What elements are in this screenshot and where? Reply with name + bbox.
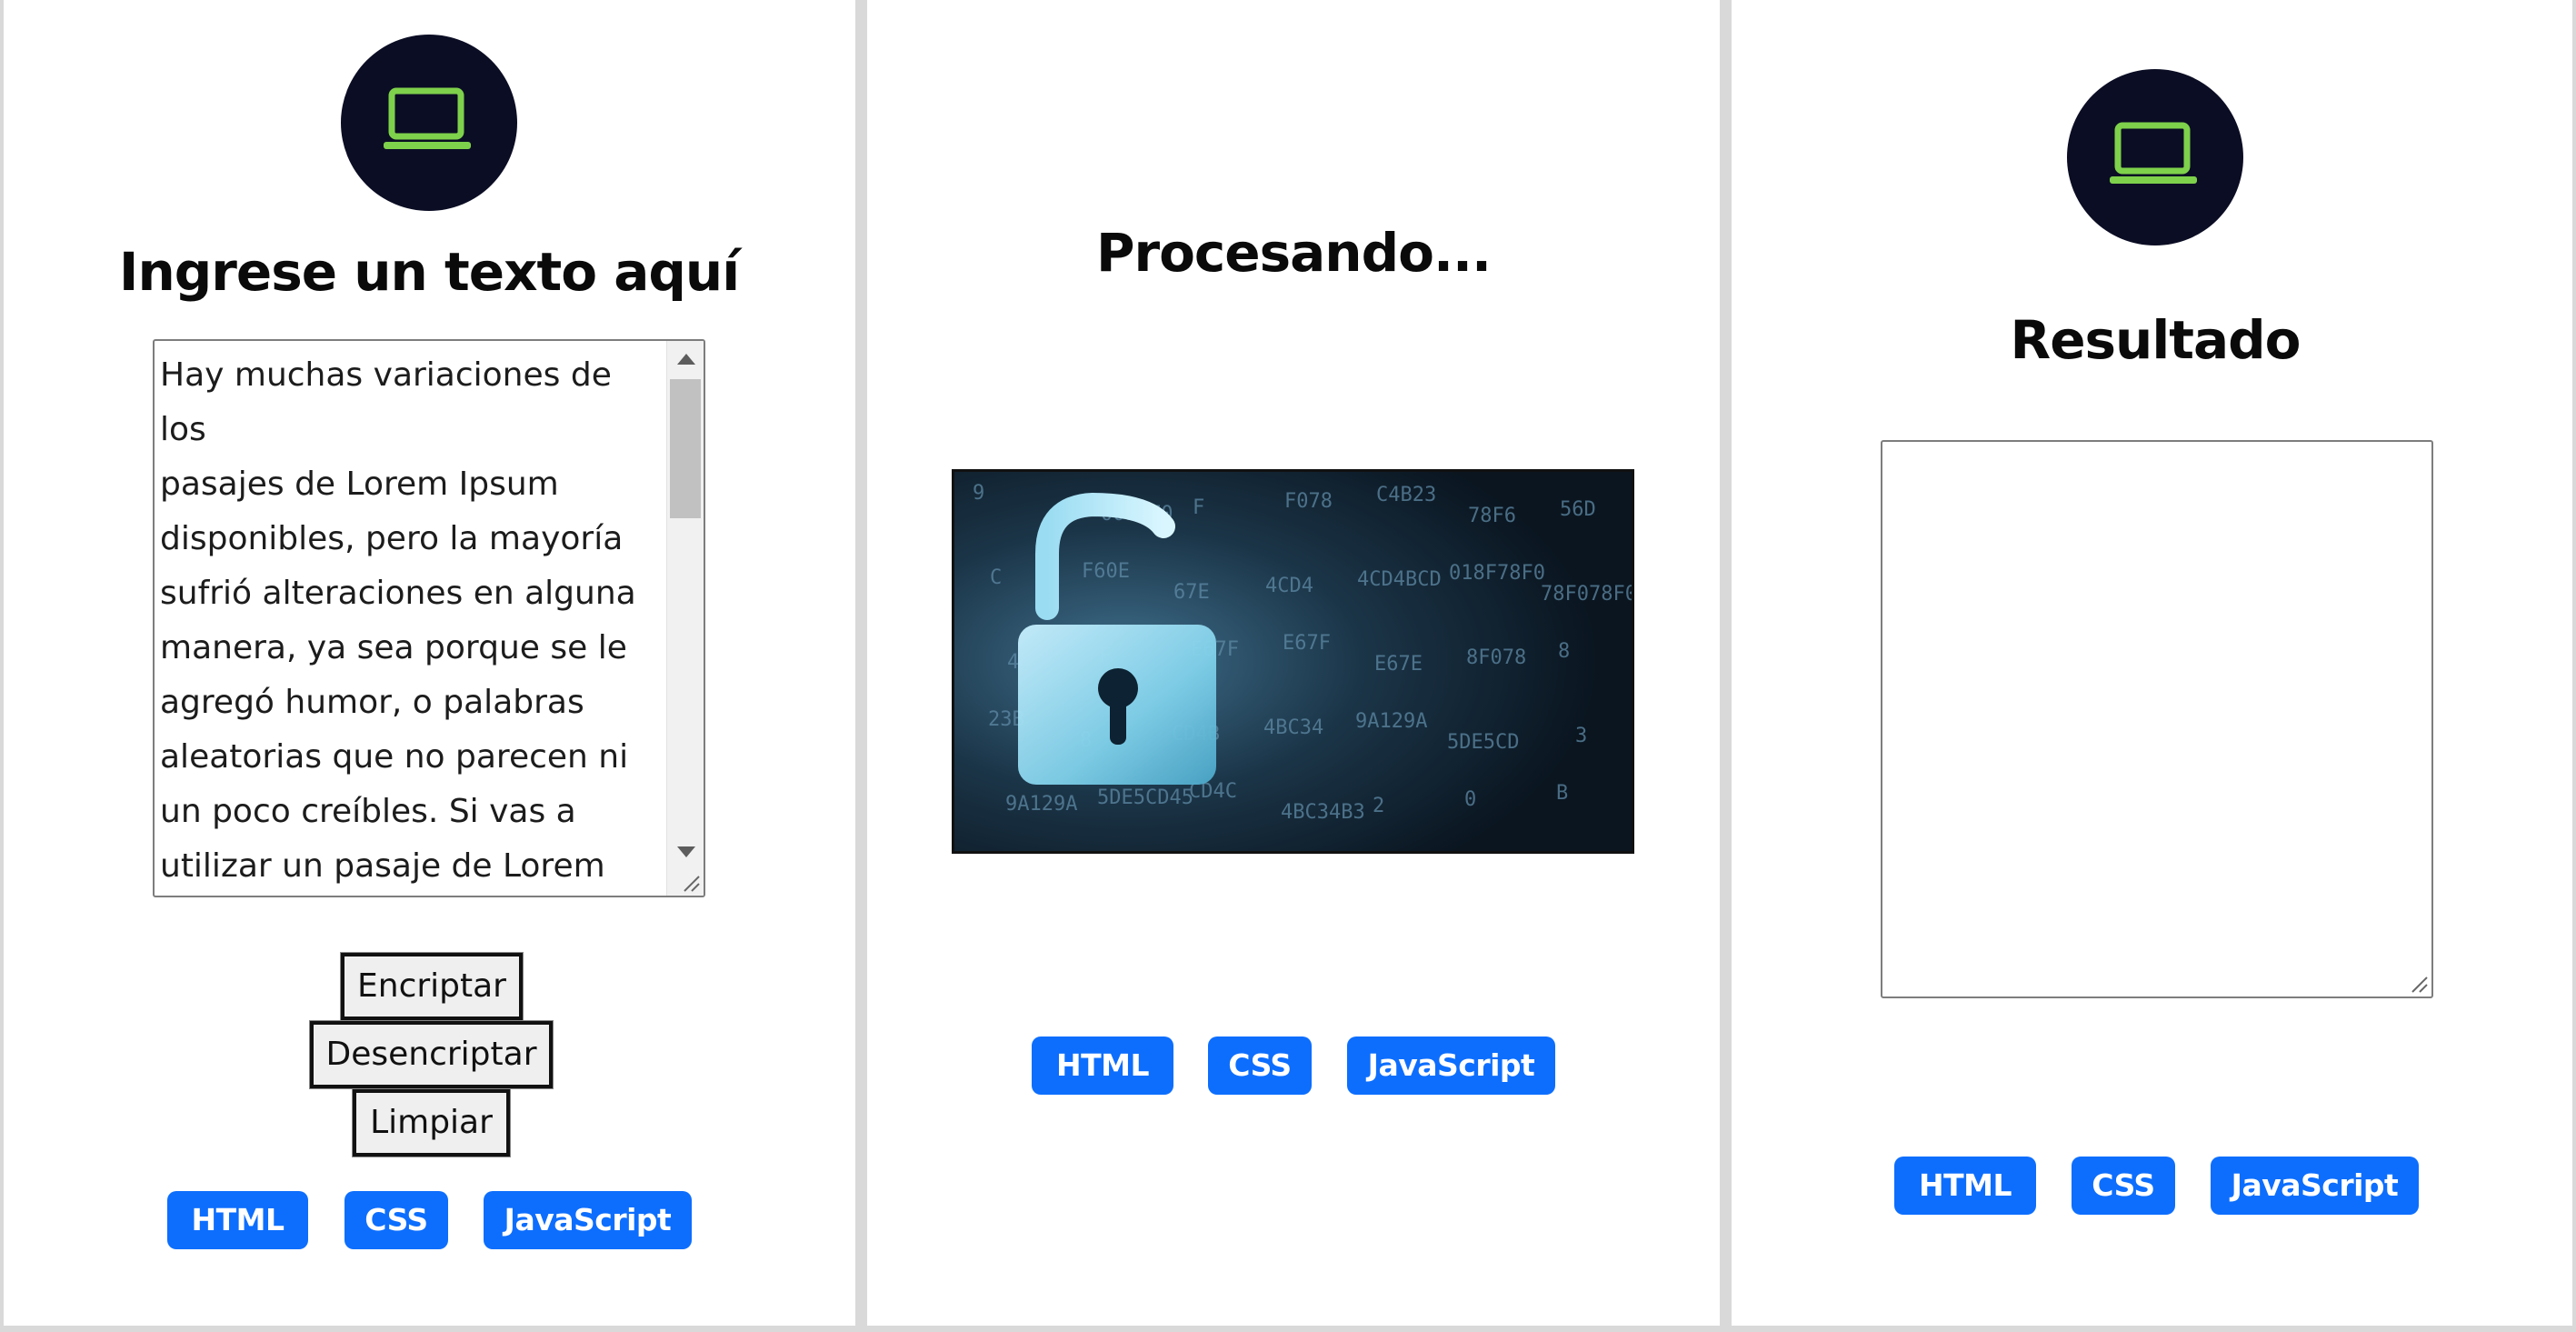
hex-glyph: 3	[1575, 725, 1587, 747]
tag-javascript: JavaScript	[484, 1191, 692, 1249]
hex-glyph: 4CD4	[1265, 575, 1313, 597]
result-textarea[interactable]	[1881, 440, 2433, 998]
hex-glyph: 018F78F0	[1449, 562, 1545, 585]
hex-glyph: 4BC34	[1263, 716, 1323, 739]
hex-glyph: 4BC34B3	[1281, 801, 1365, 824]
hex-glyph: C	[990, 566, 1002, 589]
scroll-thumb[interactable]	[670, 379, 701, 518]
laptop-icon-badge	[2067, 69, 2243, 245]
hex-glyph: 9A129A	[1005, 793, 1077, 816]
tag-javascript: JavaScript	[1347, 1037, 1555, 1095]
scroll-up-arrow-icon[interactable]	[677, 354, 695, 365]
laptop-icon-badge	[341, 35, 517, 211]
hex-glyph: 78F078F0	[1541, 583, 1632, 606]
hex-glyph: 5DE5CD45	[1097, 786, 1193, 809]
tag-css: CSS	[1208, 1037, 1312, 1095]
laptop-icon	[2110, 122, 2197, 184]
hex-glyph: F078	[1284, 490, 1333, 513]
input-textarea[interactable]: Hay muchas variaciones de los pasajes de…	[153, 339, 705, 897]
hex-glyph: 67E	[1173, 581, 1210, 604]
processing-title: Procesando...	[1095, 222, 1492, 284]
hex-glyph: 9A129A	[1355, 710, 1427, 733]
hex-glyph: 4CD4BCD	[1357, 568, 1442, 591]
tag-css: CSS	[2072, 1157, 2175, 1215]
laptop-icon	[384, 87, 471, 149]
encrypt-button[interactable]: Encriptar	[340, 952, 524, 1021]
hex-glyph: 5DE5CD	[1447, 731, 1519, 754]
hex-glyph: 0	[1464, 788, 1476, 811]
page: Ingrese un texto aquí Hay muchas variaci…	[0, 0, 2576, 1332]
unlocked-padlock-image: 9 0018F0 F F078 C4B23 78F6 56D C F60E 67E 4CD4 4CD4…	[952, 469, 1634, 854]
tag-javascript: JavaScript	[2211, 1157, 2419, 1215]
input-text: Hay muchas variaciones de los pasajes de…	[160, 356, 636, 885]
tech-tags: HTML CSS JavaScript	[1032, 1037, 1559, 1095]
hex-glyph: F	[1193, 496, 1204, 519]
hex-glyph: 78F6	[1468, 505, 1516, 527]
hex-glyph: E67F	[1283, 632, 1331, 655]
hex-glyph: B	[1556, 782, 1568, 805]
hex-glyph: 56D	[1560, 498, 1596, 521]
hex-glyph: 4	[1007, 651, 1019, 674]
decrypt-button[interactable]: Desencriptar	[309, 1020, 554, 1089]
tag-html: HTML	[167, 1191, 308, 1249]
processing-panel: Procesando... 9 0018F0 F F078 C4B23 78F6…	[867, 0, 1720, 1326]
result-panel: Resultado HTML CSS JavaScript	[1732, 0, 2572, 1326]
tech-tags: HTML CSS JavaScript	[167, 1191, 694, 1249]
page-title: Ingrese un texto aquí	[118, 241, 740, 303]
scrollbar[interactable]	[666, 341, 704, 896]
resize-grip-icon[interactable]	[2409, 974, 2429, 994]
tag-html: HTML	[1894, 1157, 2036, 1215]
resize-grip-icon[interactable]	[681, 873, 701, 893]
hex-glyph: 8F078	[1466, 646, 1526, 669]
tech-tags: HTML CSS JavaScript	[1894, 1157, 2421, 1215]
hex-glyph: 9	[973, 482, 984, 505]
input-panel: Ingrese un texto aquí Hay muchas variaci…	[4, 0, 855, 1326]
hex-glyph: C4B23	[1376, 484, 1436, 506]
result-title: Resultado	[2010, 309, 2301, 371]
hex-glyph: F60E	[1082, 560, 1130, 583]
tag-css: CSS	[344, 1191, 448, 1249]
hex-glyph: E67E	[1374, 653, 1423, 676]
hex-glyph: 8	[1558, 640, 1570, 663]
padlock-picture: 90018F0 F F078 C4B2378F6 56DC F60E67E 4CD4 4CD4…	[954, 472, 1632, 851]
scroll-down-arrow-icon[interactable]	[677, 846, 695, 857]
clear-button[interactable]: Limpiar	[352, 1088, 511, 1157]
tag-html: HTML	[1032, 1037, 1173, 1095]
hex-glyph: 2	[1373, 795, 1384, 817]
